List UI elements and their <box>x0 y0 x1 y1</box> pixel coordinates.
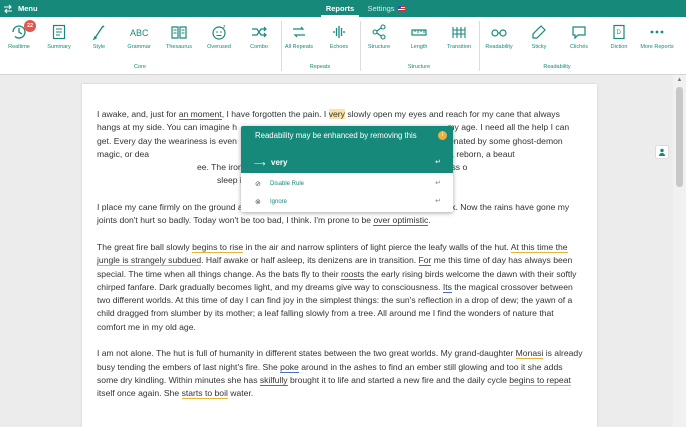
menu-button[interactable]: Menu <box>3 2 38 15</box>
all-repeats-icon <box>293 26 305 38</box>
structure-icon <box>372 24 386 40</box>
transition-button[interactable]: Transition <box>440 23 478 71</box>
realtime-button[interactable]: 22 Realtime <box>0 20 38 71</box>
cliches-icon <box>572 26 586 40</box>
paragraph: I am not alone. The hut is full of human… <box>97 348 583 400</box>
length-icon <box>411 29 427 36</box>
menu-label: Menu <box>18 4 38 13</box>
ignore-icon: ⊗ <box>255 199 261 206</box>
transfer-icon <box>4 4 12 13</box>
scroll-up-icon[interactable]: ▲ <box>673 75 686 85</box>
flagged-phrase[interactable]: Monasi <box>515 348 544 360</box>
style-button[interactable]: Style <box>80 23 118 71</box>
flagged-phrase[interactable]: skilfully <box>259 374 288 386</box>
diction-icon: D <box>613 24 625 40</box>
flagged-phrase[interactable]: For <box>418 255 432 267</box>
group-label-readability: Readability <box>543 64 571 70</box>
suggestion-option[interactable]: ⟶ very ↵ <box>241 156 453 172</box>
reports-toolbar: 22 Realtime Summary Style ABC Grammar Th… <box>0 17 686 75</box>
grammar-icon: ABC <box>130 28 148 38</box>
transition-icon <box>452 27 466 38</box>
group-label-structure: Structure <box>407 64 431 70</box>
tab-settings[interactable]: Settings <box>365 0 407 17</box>
svg-text:ABC: ABC <box>130 28 148 38</box>
paragraph: The great fire ball slowly begins to ris… <box>97 241 577 332</box>
popup-title: Readability may be enhanced by removing … <box>255 131 417 140</box>
arrow-right-icon: ⟶ <box>254 159 266 168</box>
flagged-phrase[interactable]: an moment <box>178 109 222 120</box>
disable-icon: ⊘ <box>255 181 261 188</box>
enter-icon: ↵ <box>435 159 441 166</box>
flagged-phrase[interactable]: begins to rise <box>192 241 244 253</box>
flagged-phrase[interactable]: Its <box>442 281 452 293</box>
group-label-repeats: Repeats <box>309 64 331 70</box>
echoes-icon <box>333 26 345 38</box>
suggestion-popup: Readability may be enhanced by removing … <box>241 126 453 212</box>
style-icon <box>92 25 105 41</box>
overused-icon: z <box>212 24 226 40</box>
thesaurus-icon <box>171 26 187 39</box>
combo-button[interactable]: Combo <box>240 23 278 71</box>
scrollbar[interactable]: ▲ <box>673 75 686 427</box>
svg-text:z: z <box>223 24 226 30</box>
ignore-label: Ignore <box>270 199 288 205</box>
highlighted-word[interactable]: very <box>328 109 345 119</box>
structure-button[interactable]: Structure <box>360 23 398 71</box>
top-bar: Menu Reports Settings <box>0 0 686 17</box>
readability-button[interactable]: Readability <box>480 23 518 71</box>
svg-text:D: D <box>617 30 622 36</box>
user-panel-button[interactable] <box>655 145 669 159</box>
tab-reports[interactable]: Reports <box>319 0 361 17</box>
readability-icon <box>491 29 507 37</box>
flagged-phrase[interactable]: poke <box>280 361 299 373</box>
sticky-icon <box>532 25 546 39</box>
disable-rule-label: Disable Rule <box>270 181 305 187</box>
user-icon <box>659 148 665 156</box>
popup-header: Readability may be enhanced by removing … <box>241 126 453 173</box>
flag-icon <box>397 6 405 11</box>
flagged-phrase[interactable]: roosts <box>340 268 365 280</box>
suggestion-text: very <box>271 158 288 167</box>
enter-icon: ↵ <box>435 180 441 187</box>
info-icon[interactable]: i <box>438 131 447 140</box>
combo-icon <box>252 26 267 38</box>
flagged-phrase[interactable]: begins to repeat <box>509 374 571 386</box>
flagged-phrase[interactable]: over optimistic <box>373 215 429 227</box>
disable-rule-option[interactable]: ⊘ Disable Rule ↵ <box>241 176 453 194</box>
summary-icon <box>52 24 66 40</box>
more-reports-icon <box>650 30 664 34</box>
enter-icon: ↵ <box>435 198 441 205</box>
diction-button[interactable]: D Diction <box>600 23 638 71</box>
thesaurus-button[interactable]: Thesaurus <box>160 23 198 71</box>
group-label-core: Core <box>134 64 146 70</box>
more-reports-button[interactable]: More Reports <box>638 23 676 71</box>
summary-button[interactable]: Summary <box>40 23 78 71</box>
overused-button[interactable]: z Overused <box>200 23 238 71</box>
ignore-option[interactable]: ⊗ Ignore ↵ <box>241 194 453 212</box>
realtime-badge: 22 <box>24 20 36 32</box>
flagged-phrase[interactable]: starts to boil <box>181 388 228 400</box>
scrollbar-thumb[interactable] <box>676 87 683 187</box>
